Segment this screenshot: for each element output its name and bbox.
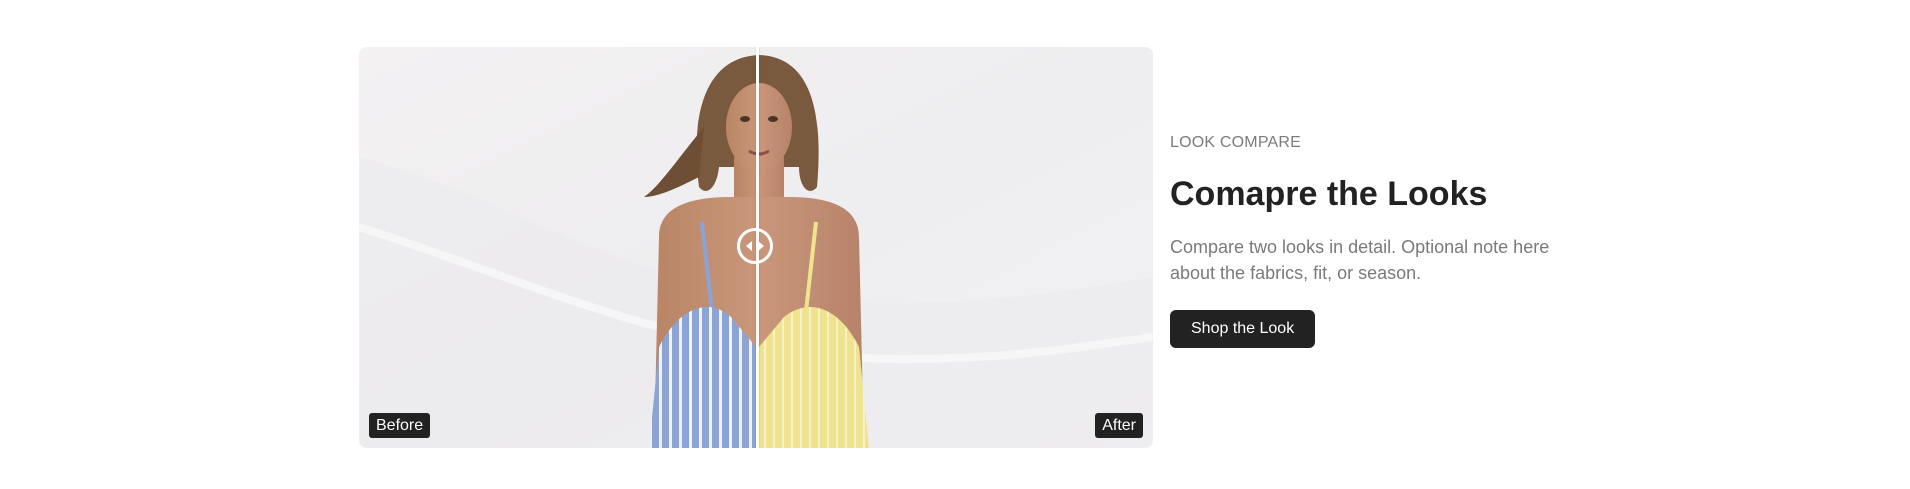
image-compare-slider[interactable]: Before After (359, 47, 1153, 448)
arrow-left-icon (746, 241, 752, 251)
section-description: Compare two looks in detail. Optional no… (1170, 237, 1550, 283)
content-column: LOOK COMPARE Comapre the Looks Compare t… (1170, 130, 1590, 348)
before-label: Before (369, 413, 431, 438)
arrow-right-icon (758, 241, 764, 251)
left-right-arrows-icon[interactable] (737, 228, 773, 264)
eyebrow-text: LOOK COMPARE (1170, 134, 1302, 151)
shop-the-look-button[interactable]: Shop the Look (1170, 310, 1316, 348)
look-compare-section: Before After LOOK COMPARE Comapre the Lo… (0, 0, 1910, 489)
section-heading: Comapre the Looks (1170, 175, 1488, 213)
after-label: After (1095, 413, 1143, 438)
